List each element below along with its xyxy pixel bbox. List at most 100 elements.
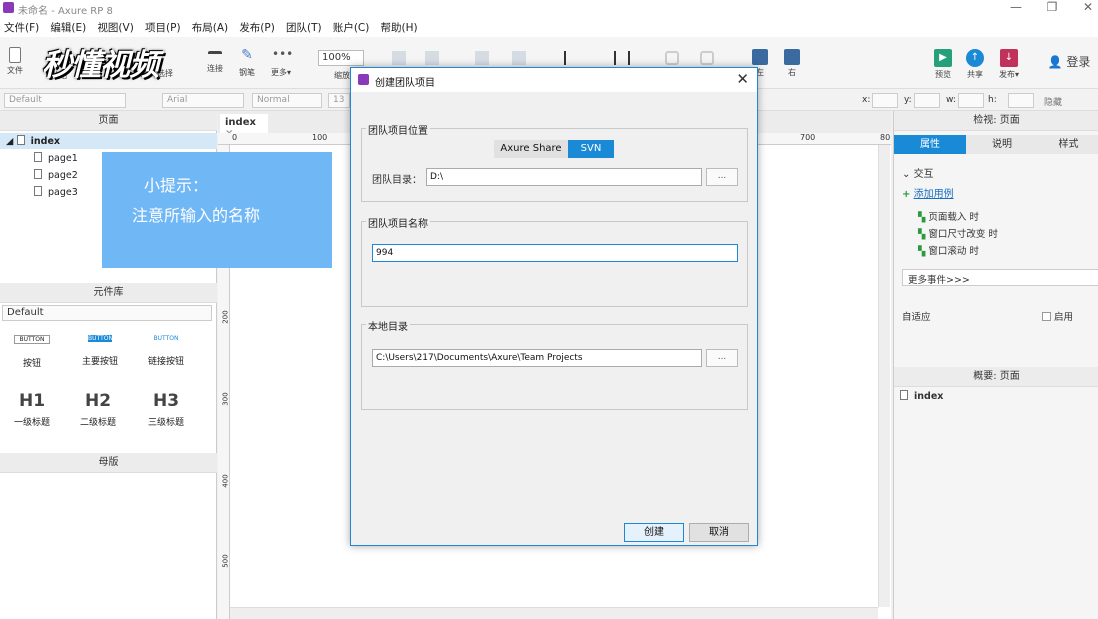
share-button[interactable]: ↑ 共享 bbox=[962, 49, 988, 80]
browse-local-button[interactable]: ... bbox=[706, 349, 738, 367]
masters-panel: 母版 bbox=[0, 453, 217, 619]
more-events-select[interactable]: 更多事件>>> bbox=[902, 269, 1098, 286]
zoom-select[interactable]: 100% bbox=[318, 50, 364, 66]
font-select[interactable]: Arial bbox=[162, 93, 244, 108]
canvas-vertical-scrollbar[interactable] bbox=[878, 145, 890, 607]
local-group: 本地目录 C:\Users\217\Documents\Axure\Team P… bbox=[361, 318, 748, 410]
page-icon bbox=[16, 135, 25, 145]
menu-edit[interactable]: 编辑(E) bbox=[46, 17, 90, 35]
hide-checkbox[interactable]: 隐藏 bbox=[1044, 95, 1062, 108]
publish-button[interactable]: ↓ 发布▾ bbox=[994, 49, 1024, 80]
menu-account[interactable]: 账户(C) bbox=[329, 17, 374, 35]
team-dir-input[interactable]: D:\ bbox=[426, 168, 702, 186]
widget-h3[interactable]: H3 三级标题 bbox=[144, 391, 188, 428]
window-title: 未命名 - Axure RP 8 bbox=[18, 6, 113, 17]
outline-item-index[interactable]: index bbox=[900, 390, 943, 402]
tab-index[interactable]: index × bbox=[220, 114, 268, 139]
back-icon[interactable] bbox=[512, 51, 526, 65]
lock-icon[interactable] bbox=[665, 51, 679, 65]
local-group-label: 本地目录 bbox=[366, 318, 410, 333]
browse-dir-button[interactable]: ... bbox=[706, 168, 738, 186]
event-window-scroll[interactable]: ▚ 窗口滚动 时 bbox=[918, 243, 979, 257]
canvas-horizontal-scrollbar[interactable] bbox=[230, 607, 878, 619]
widget-label: 主要按钮 bbox=[81, 357, 118, 367]
svn-option[interactable]: SVN bbox=[568, 140, 614, 158]
name-group: 团队项目名称 994 bbox=[361, 215, 748, 307]
event-window-resize[interactable]: ▚ 窗口尺寸改变 时 bbox=[918, 226, 998, 240]
dir-label: 团队目录： bbox=[372, 175, 422, 186]
menu-file[interactable]: 文件(F) bbox=[0, 17, 43, 35]
axure-share-option[interactable]: Axure Share bbox=[494, 140, 568, 158]
y-label: y: bbox=[904, 95, 912, 105]
menu-team[interactable]: 团队(T) bbox=[282, 17, 326, 35]
menu-publish[interactable]: 发布(P) bbox=[235, 17, 279, 35]
menu-help[interactable]: 帮助(H) bbox=[377, 17, 422, 35]
connect-tool[interactable]: 连接 bbox=[202, 47, 228, 74]
menu-view[interactable]: 视图(V) bbox=[93, 17, 137, 35]
w-input[interactable] bbox=[958, 93, 984, 108]
create-button[interactable]: 创建 bbox=[624, 523, 684, 542]
file-tool[interactable]: 文件 bbox=[4, 47, 26, 76]
download-icon: ↓ bbox=[1000, 49, 1018, 67]
event-page-load[interactable]: ▚ 页面载入 时 bbox=[918, 209, 979, 223]
tab-notes[interactable]: 说明 bbox=[966, 135, 1038, 154]
preview-label: 预览 bbox=[935, 70, 951, 79]
dialog-titlebar: 创建团队项目 ✕ bbox=[351, 68, 757, 92]
page-row-page3[interactable]: page3 bbox=[34, 186, 78, 198]
local-dir-input[interactable]: C:\Users\217\Documents\Axure\Team Projec… bbox=[372, 349, 702, 367]
page-row-page1[interactable]: page1 bbox=[34, 152, 78, 164]
right-panel-toggle[interactable]: 右 bbox=[780, 49, 804, 78]
close-window-button[interactable]: ✕ bbox=[1070, 0, 1098, 17]
title-bar: 未命名 - Axure RP 8 — ❐ ✕ bbox=[0, 0, 1098, 17]
left-layout-icon bbox=[752, 49, 768, 65]
connect-label: 连接 bbox=[207, 64, 223, 73]
restore-button[interactable]: ❐ bbox=[1034, 0, 1070, 17]
project-name-input[interactable]: 994 bbox=[372, 244, 738, 262]
widget-primary-button[interactable]: BUTTON 主要按钮 bbox=[78, 335, 122, 367]
widget-link-button[interactable]: BUTTON 链接按钮 bbox=[144, 335, 188, 367]
h2-thumb: H2 bbox=[84, 391, 112, 411]
add-case-link[interactable]: + 添加用例 bbox=[902, 185, 954, 200]
h3-thumb: H3 bbox=[152, 391, 180, 411]
distribute-icon[interactable] bbox=[614, 51, 630, 65]
share-label: 共享 bbox=[967, 70, 983, 79]
ungroup-icon[interactable] bbox=[425, 51, 439, 65]
widget-h2[interactable]: H2 二级标题 bbox=[76, 391, 120, 428]
menu-layout[interactable]: 布局(A) bbox=[188, 17, 232, 35]
library-select[interactable]: Default bbox=[2, 305, 212, 321]
tree-root[interactable]: ◢ index bbox=[6, 135, 60, 147]
dialog-close-icon[interactable]: ✕ bbox=[736, 70, 749, 88]
front-icon[interactable] bbox=[475, 51, 489, 65]
x-input[interactable] bbox=[872, 93, 898, 108]
align-left-icon[interactable] bbox=[564, 51, 580, 65]
login-button[interactable]: 👤 登录 bbox=[1044, 53, 1094, 70]
enable-label: 启用 bbox=[1054, 312, 1074, 323]
widget-label: 链接按钮 bbox=[147, 357, 184, 367]
tab-properties[interactable]: 属性 bbox=[894, 135, 966, 154]
weight-select[interactable]: Normal bbox=[252, 93, 322, 108]
h-input[interactable] bbox=[1008, 93, 1034, 108]
enable-checkbox[interactable]: 启用 bbox=[1042, 309, 1073, 323]
ruler-tick: 80 bbox=[880, 133, 891, 142]
pen-icon: ✎ bbox=[241, 47, 253, 63]
preview-button[interactable]: ▶ 预览 bbox=[930, 49, 956, 80]
more-tool[interactable]: ••• 更多▾ bbox=[266, 47, 296, 78]
tab-style[interactable]: 样式 bbox=[1038, 135, 1098, 154]
button-thumb: BUTTON bbox=[14, 335, 50, 344]
widget-h1[interactable]: H1 一级标题 bbox=[10, 391, 54, 428]
page-row-page2[interactable]: page2 bbox=[34, 169, 78, 181]
widget-button[interactable]: BUTTON 按钮 bbox=[14, 335, 50, 369]
pen-tool[interactable]: ✎ 钢笔 bbox=[234, 47, 260, 78]
unlock-icon[interactable] bbox=[700, 51, 714, 65]
page-icon bbox=[34, 169, 42, 179]
outline-item-label: index bbox=[914, 391, 944, 402]
dialog-title: 创建团队项目 bbox=[375, 78, 435, 89]
cancel-button[interactable]: 取消 bbox=[689, 523, 749, 542]
size-select[interactable]: 13 bbox=[328, 93, 350, 108]
y-input[interactable] bbox=[914, 93, 940, 108]
minimize-button[interactable]: — bbox=[998, 0, 1034, 17]
group-icon[interactable] bbox=[392, 51, 406, 65]
menu-project[interactable]: 项目(P) bbox=[141, 17, 185, 35]
interaction-section[interactable]: ⌄ 交互 bbox=[902, 165, 934, 180]
style-select[interactable]: Default bbox=[4, 93, 126, 108]
